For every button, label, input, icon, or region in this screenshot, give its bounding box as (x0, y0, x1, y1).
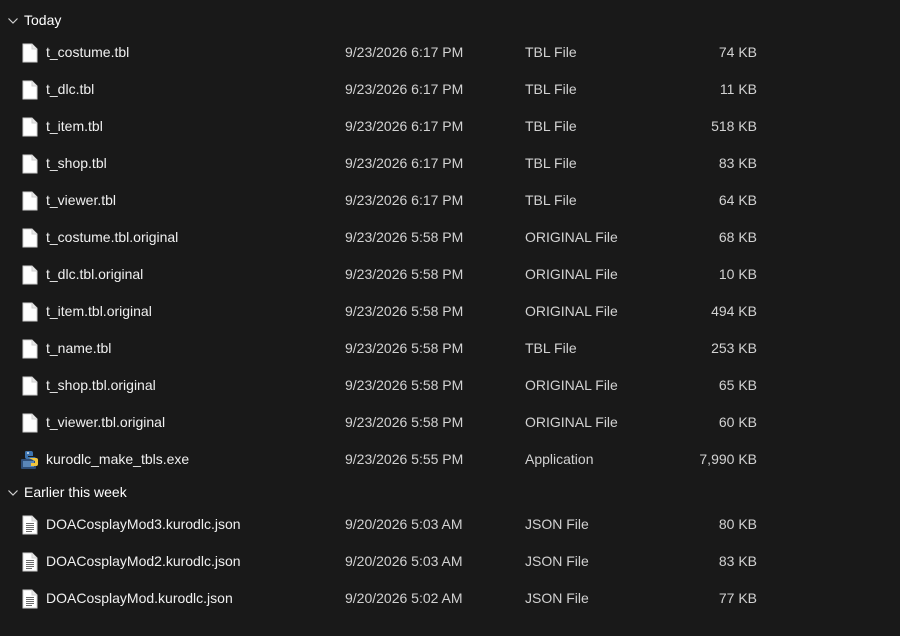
document-icon (22, 265, 38, 285)
file-type: ORIGINAL File (525, 377, 618, 393)
file-date-modified: 9/23/2026 6:17 PM (345, 81, 464, 97)
file-name: t_item.tbl.original (46, 303, 152, 319)
file-type: JSON File (525, 553, 589, 569)
text-document-icon (22, 589, 38, 609)
python-exe-icon (20, 450, 40, 470)
chevron-down-icon[interactable] (7, 486, 19, 498)
file-type: ORIGINAL File (525, 303, 618, 319)
file-date-modified: 9/23/2026 5:55 PM (345, 451, 464, 467)
file-type: ORIGINAL File (525, 414, 618, 430)
file-type: Application (525, 451, 594, 467)
file-type: TBL File (525, 340, 577, 356)
file-date-modified: 9/23/2026 6:17 PM (345, 192, 464, 208)
group-header-label: Earlier this week (24, 484, 127, 500)
file-date-modified: 9/23/2026 5:58 PM (345, 340, 464, 356)
file-row[interactable]: t_name.tbl 9/23/2026 5:58 PM TBL File 253 K… (0, 330, 900, 367)
file-size: 494 KB (711, 303, 757, 319)
file-row[interactable]: DOACosplayMod3.kurodlc.json 9/20/2026 5:0… (0, 506, 900, 543)
file-size: 77 KB (718, 590, 757, 606)
file-name: DOACosplayMod3.kurodlc.json (46, 516, 241, 532)
file-date-modified: 9/20/2026 5:03 AM (345, 553, 463, 569)
file-size: 60 KB (718, 414, 757, 430)
document-icon (22, 228, 38, 248)
file-name: t_viewer.tbl (46, 192, 117, 208)
file-row[interactable]: t_viewer.tbl.original 9/23/2026 5:58 PM OR… (0, 404, 900, 441)
file-size: 80 KB (718, 516, 757, 532)
document-icon (22, 376, 38, 396)
file-type: TBL File (525, 81, 577, 97)
file-type: TBL File (525, 118, 577, 134)
file-row[interactable]: kurodlc_make_tbls.exe 9/23/2026 5:55 PM Ap… (0, 441, 900, 478)
file-date-modified: 9/20/2026 5:02 AM (345, 590, 463, 606)
file-row[interactable]: t_shop.tbl 9/23/2026 6:17 PM TBL File 83 KB (0, 145, 900, 182)
document-icon (22, 302, 38, 322)
file-name: kurodlc_make_tbls.exe (46, 451, 190, 467)
file-row[interactable]: DOACosplayMod.kurodlc.json 9/20/2026 5:02… (0, 580, 900, 617)
file-type: JSON File (525, 516, 589, 532)
file-name: t_name.tbl (46, 340, 112, 356)
document-icon (22, 154, 38, 174)
file-date-modified: 9/23/2026 6:17 PM (345, 118, 464, 134)
file-type: ORIGINAL File (525, 229, 618, 245)
group-header[interactable]: Earlier this week (0, 478, 900, 506)
file-type: ORIGINAL File (525, 266, 618, 282)
file-type: TBL File (525, 44, 577, 60)
file-type: TBL File (525, 155, 577, 171)
file-name: t_shop.tbl.original (46, 377, 156, 393)
file-size: 68 KB (718, 229, 757, 245)
group-header-label: Today (24, 12, 62, 28)
file-size: 83 KB (718, 155, 757, 171)
file-name: t_viewer.tbl.original (46, 414, 166, 430)
file-date-modified: 9/23/2026 5:58 PM (345, 377, 464, 393)
file-size: 253 KB (711, 340, 757, 356)
file-row[interactable]: t_item.tbl.original 9/23/2026 5:58 PM ORIG… (0, 293, 900, 330)
text-document-icon (22, 552, 38, 572)
document-icon (22, 80, 38, 100)
file-row[interactable]: t_shop.tbl.original 9/23/2026 5:58 PM ORIG… (0, 367, 900, 404)
file-row[interactable]: t_dlc.tbl 9/23/2026 6:17 PM TBL File 11 KB (0, 71, 900, 108)
file-date-modified: 9/23/2026 5:58 PM (345, 266, 464, 282)
document-icon (22, 117, 38, 137)
file-row[interactable]: t_item.tbl 9/23/2026 6:17 PM TBL File 518 K… (0, 108, 900, 145)
file-size: 74 KB (718, 44, 757, 60)
file-date-modified: 9/23/2026 5:58 PM (345, 303, 464, 319)
file-size: 518 KB (711, 118, 757, 134)
file-date-modified: 9/23/2026 5:58 PM (345, 414, 464, 430)
document-icon (22, 339, 38, 359)
file-date-modified: 9/23/2026 6:17 PM (345, 155, 464, 171)
file-row[interactable]: DOACosplayMod2.kurodlc.json 9/20/2026 5:0… (0, 543, 900, 580)
file-size: 7,990 KB (699, 451, 757, 467)
file-size: 11 KB (719, 81, 757, 97)
file-date-modified: 9/20/2026 5:03 AM (345, 516, 463, 532)
document-icon (22, 191, 38, 211)
file-size: 65 KB (718, 377, 757, 393)
file-name: t_shop.tbl (46, 155, 107, 171)
chevron-down-icon[interactable] (7, 14, 19, 26)
document-icon (22, 413, 38, 433)
file-date-modified: 9/23/2026 6:17 PM (345, 44, 464, 60)
file-type: JSON File (525, 590, 589, 606)
file-name: DOACosplayMod.kurodlc.json (46, 590, 233, 606)
file-size: 10 KB (718, 266, 757, 282)
file-name: DOACosplayMod2.kurodlc.json (46, 553, 241, 569)
file-date-modified: 9/23/2026 5:58 PM (345, 229, 464, 245)
file-list: Today t_costume.tbl 9/23/2026 6:17 PM TBL F… (0, 0, 900, 636)
file-row[interactable]: t_viewer.tbl 9/23/2026 6:17 PM TBL File 64 … (0, 182, 900, 219)
group-header[interactable]: Today (0, 6, 900, 34)
file-type: TBL File (525, 192, 577, 208)
file-size: 83 KB (718, 553, 757, 569)
file-name: t_dlc.tbl.original (46, 266, 144, 282)
file-name: t_costume.tbl (46, 44, 130, 60)
file-name: t_costume.tbl.original (46, 229, 179, 245)
document-icon (22, 43, 38, 63)
file-name: t_dlc.tbl (46, 81, 95, 97)
file-row[interactable]: t_costume.tbl.original 9/23/2026 5:58 PM O… (0, 219, 900, 256)
text-document-icon (22, 515, 38, 535)
file-row[interactable]: t_dlc.tbl.original 9/23/2026 5:58 PM ORIGI… (0, 256, 900, 293)
file-size: 64 KB (718, 192, 757, 208)
file-row[interactable]: t_costume.tbl 9/23/2026 6:17 PM TBL File 74… (0, 34, 900, 71)
file-name: t_item.tbl (46, 118, 103, 134)
